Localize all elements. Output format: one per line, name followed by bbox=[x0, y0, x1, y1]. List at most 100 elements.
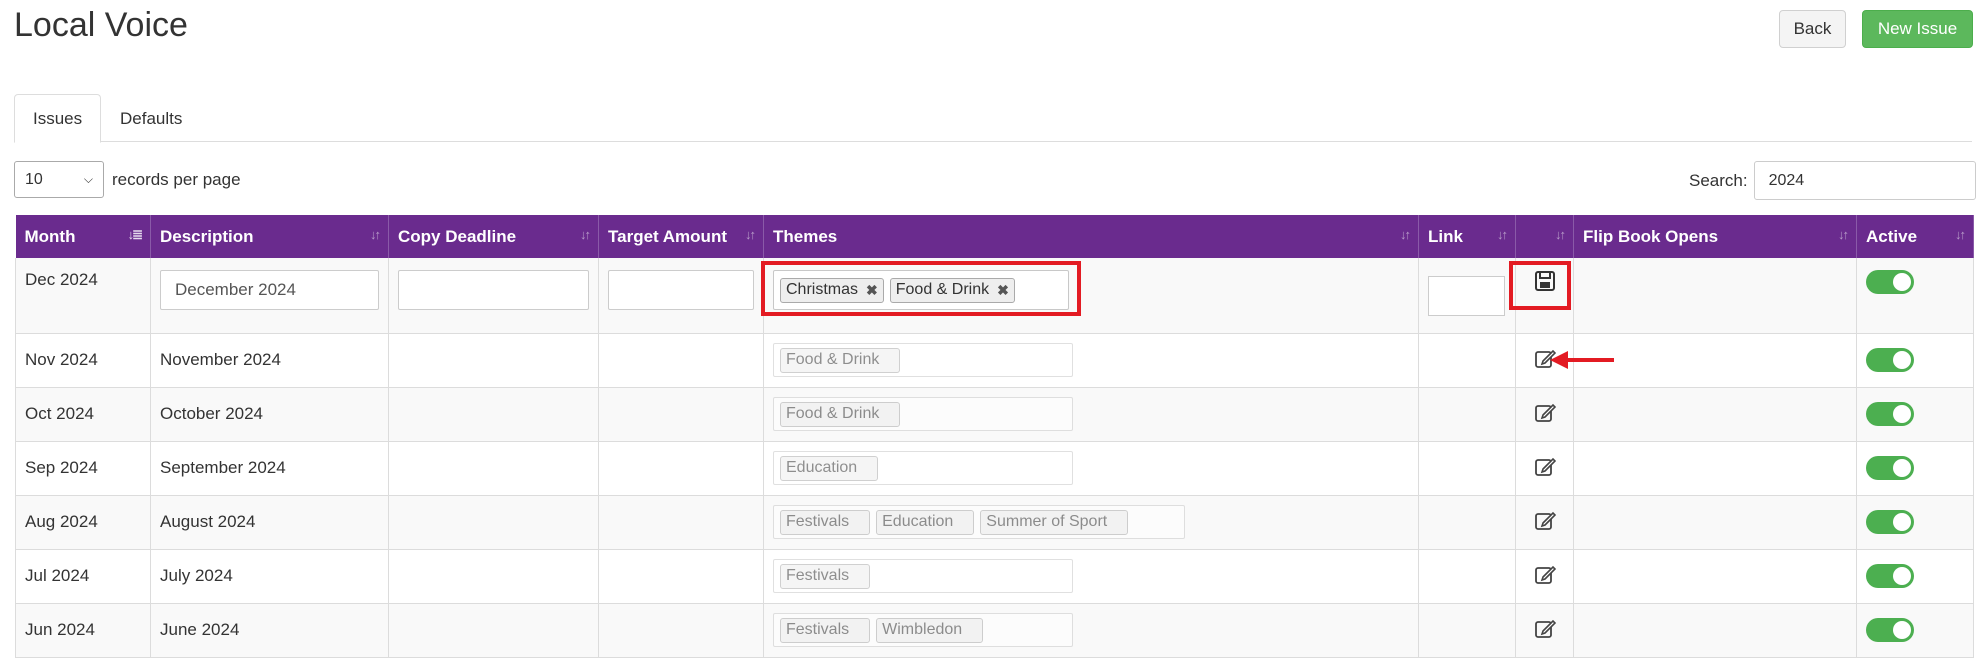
themes-display: Festivals Wimbledon bbox=[773, 613, 1073, 647]
cell-copy-deadline bbox=[388, 387, 599, 442]
cell-month: Nov 2024 bbox=[15, 333, 151, 388]
themes-display: Festivals bbox=[773, 559, 1073, 593]
active-toggle[interactable] bbox=[1866, 564, 1914, 588]
column-header-target-amount[interactable]: Target Amount ↓↑ bbox=[598, 215, 764, 258]
table-row: Jun 2024 June 2024 Festivals Wimbledon bbox=[15, 603, 1974, 658]
cell-month: Dec 2024 bbox=[15, 258, 151, 334]
page-title: Local Voice bbox=[14, 6, 188, 44]
cell-active bbox=[1856, 549, 1974, 604]
column-header-active[interactable]: Active ↓↑ bbox=[1856, 215, 1974, 258]
cell-target-amount bbox=[598, 495, 764, 550]
cell-copy-deadline bbox=[388, 495, 599, 550]
page-length-label: records per page bbox=[112, 169, 241, 189]
cell-description: November 2024 bbox=[150, 333, 389, 388]
cell-active bbox=[1856, 441, 1974, 496]
cell-copy-deadline bbox=[388, 333, 599, 388]
active-toggle[interactable] bbox=[1866, 618, 1914, 642]
link-input[interactable] bbox=[1428, 276, 1505, 316]
sort-icon: ↓↑ bbox=[1838, 227, 1849, 242]
flip-book-opens-cell bbox=[1573, 258, 1857, 334]
annotation-save-highlight bbox=[1509, 261, 1571, 310]
cell-description: July 2024 bbox=[150, 549, 389, 604]
cell-month: Sep 2024 bbox=[15, 441, 151, 496]
cell-active bbox=[1856, 387, 1974, 442]
sort-icon: ↓↑ bbox=[580, 227, 591, 242]
column-header-month[interactable]: Month ↓≣ bbox=[15, 215, 151, 258]
cell-actions bbox=[1515, 549, 1574, 604]
column-header-link[interactable]: Link ↓↑ bbox=[1418, 215, 1516, 258]
search-input[interactable]: 2024 bbox=[1753, 161, 1976, 200]
edit-icon[interactable] bbox=[1534, 457, 1556, 481]
themes-display: Festivals Education Summer of Sport bbox=[773, 505, 1185, 539]
sort-icon: ↓↑ bbox=[1955, 227, 1966, 242]
back-button[interactable]: Back bbox=[1779, 10, 1846, 48]
cell-target-amount bbox=[598, 441, 764, 496]
cell-actions bbox=[1515, 387, 1574, 442]
edit-icon[interactable] bbox=[1534, 565, 1556, 589]
column-header-flip-book-opens[interactable]: Flip Book Opens ↓↑ bbox=[1573, 215, 1857, 258]
description-input[interactable]: December 2024 bbox=[160, 270, 379, 310]
sort-icon: ↓↑ bbox=[745, 227, 756, 242]
theme-tag: Food & Drink bbox=[780, 347, 901, 373]
cell-copy-deadline bbox=[388, 603, 599, 658]
cell-themes: Festivals bbox=[763, 549, 1419, 604]
copy-deadline-input[interactable] bbox=[398, 270, 589, 310]
sort-icon: ↓↑ bbox=[1497, 227, 1508, 242]
table-row: Oct 2024 October 2024 Food & Drink bbox=[15, 387, 1974, 442]
cell-link bbox=[1418, 333, 1516, 388]
cell-active bbox=[1856, 333, 1974, 388]
cell-link bbox=[1418, 441, 1516, 496]
active-toggle[interactable] bbox=[1866, 456, 1914, 480]
table-row: Nov 2024 November 2024 Food & Drink bbox=[15, 333, 1974, 388]
active-toggle[interactable] bbox=[1866, 510, 1914, 534]
tab-defaults[interactable]: Defaults bbox=[102, 94, 200, 143]
themes-display: Education bbox=[773, 451, 1073, 485]
search-label: Search: bbox=[1689, 170, 1748, 190]
cell-flip-book-opens bbox=[1573, 441, 1857, 496]
theme-tag: Education bbox=[876, 509, 975, 535]
sort-icon: ↓≣ bbox=[127, 227, 143, 242]
tab-issues[interactable]: Issues bbox=[14, 94, 102, 143]
new-issue-button[interactable]: New Issue bbox=[1862, 10, 1973, 48]
target-amount-input[interactable] bbox=[608, 270, 754, 310]
themes-display: Food & Drink bbox=[773, 397, 1073, 431]
column-header-copy-deadline[interactable]: Copy Deadline ↓↑ bbox=[388, 215, 599, 258]
cell-link bbox=[1418, 603, 1516, 658]
cell-themes: Food & Drink bbox=[763, 333, 1419, 388]
cell-target-amount bbox=[598, 333, 764, 388]
page-length-select[interactable]: 10 ⌵ bbox=[14, 161, 104, 198]
table-row: Aug 2024 August 2024 Festivals Education Sum… bbox=[15, 495, 1974, 550]
themes-display: Food & Drink bbox=[773, 343, 1073, 377]
active-toggle[interactable] bbox=[1866, 348, 1914, 372]
cell-flip-book-opens bbox=[1573, 549, 1857, 604]
cell-flip-book-opens bbox=[1573, 603, 1857, 658]
sort-icon: ↓↑ bbox=[1555, 227, 1566, 242]
cell-actions bbox=[1515, 441, 1574, 496]
cell-copy-deadline bbox=[388, 549, 599, 604]
sort-icon: ↓↑ bbox=[1400, 227, 1411, 242]
tab-bar: Issues Defaults bbox=[14, 94, 1972, 143]
annotation-themes-highlight bbox=[761, 261, 1081, 316]
cell-themes: Festivals Education Summer of Sport bbox=[763, 495, 1419, 550]
cell-link bbox=[1418, 549, 1516, 604]
table-row: Sep 2024 September 2024 Education bbox=[15, 441, 1974, 496]
active-toggle[interactable] bbox=[1866, 402, 1914, 426]
edit-icon[interactable] bbox=[1534, 511, 1556, 535]
column-header-themes[interactable]: Themes ↓↑ bbox=[763, 215, 1419, 258]
cell-month: Oct 2024 bbox=[15, 387, 151, 442]
theme-tag: Food & Drink bbox=[780, 401, 901, 427]
cell-active bbox=[1856, 603, 1974, 658]
cell-copy-deadline bbox=[388, 441, 599, 496]
cell-actions bbox=[1515, 495, 1574, 550]
column-header-actions[interactable]: ↓↑ bbox=[1515, 215, 1574, 258]
theme-tag: Education bbox=[780, 455, 879, 481]
page-length-value: 10 bbox=[25, 170, 43, 188]
cell-month: Aug 2024 bbox=[15, 495, 151, 550]
edit-icon[interactable] bbox=[1534, 403, 1556, 427]
table-row: Jul 2024 July 2024 Festivals bbox=[15, 549, 1974, 604]
cell-description: August 2024 bbox=[150, 495, 389, 550]
edit-icon[interactable] bbox=[1534, 619, 1556, 643]
page-length-control: 10 ⌵ records per page bbox=[14, 161, 241, 198]
active-toggle[interactable] bbox=[1866, 270, 1914, 294]
column-header-description[interactable]: Description ↓↑ bbox=[150, 215, 389, 258]
